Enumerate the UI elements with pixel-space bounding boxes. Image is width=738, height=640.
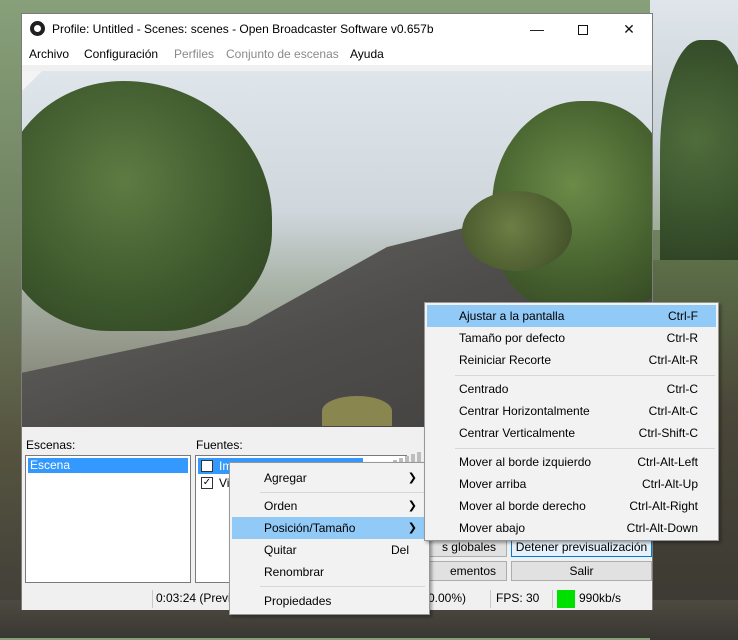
- menu-item-label: Propiedades: [264, 594, 332, 608]
- preview-corner-marker: [22, 71, 44, 93]
- minimize-button[interactable]: —: [514, 14, 560, 44]
- menu-item-propiedades[interactable]: Propiedades: [232, 590, 427, 612]
- menu-item-shortcut: Ctrl-R: [666, 331, 698, 345]
- status-dropped-frames: 0.00%): [428, 591, 467, 605]
- menu-item-label: Posición/Tamaño: [264, 521, 356, 535]
- submenu-arrow-icon: ❯: [407, 522, 417, 534]
- scenes-list[interactable]: Escena: [25, 455, 191, 583]
- maximize-button[interactable]: [560, 14, 606, 44]
- menu-item-label: Mover abajo: [459, 521, 526, 535]
- plugins-button[interactable]: ementos: [417, 561, 507, 581]
- menu-item-shortcut: Ctrl-Shift-C: [638, 426, 698, 440]
- menu-item-label: Reiniciar Recorte: [459, 353, 552, 367]
- status-fps: FPS: 30: [496, 591, 540, 605]
- menu-item-shortcut: Ctrl-Alt-R: [648, 353, 698, 367]
- menu-item-label: Ajustar a la pantalla: [459, 309, 565, 323]
- menu-item-label: Mover al borde izquierdo: [459, 455, 592, 469]
- menu-item-mover-izquierda[interactable]: Mover al borde izquierdo Ctrl-Alt-Left: [427, 451, 716, 473]
- menu-item-label: Orden: [264, 499, 298, 513]
- menu-item-centrar-vertical[interactable]: Centrar Verticalmente Ctrl-Shift-C: [427, 422, 716, 444]
- menu-item-centrado[interactable]: Centrado Ctrl-C: [427, 378, 716, 400]
- menu-item-label: Mover al borde derecho: [459, 499, 586, 513]
- menu-item-mover-arriba[interactable]: Mover arriba Ctrl-Alt-Up: [427, 473, 716, 495]
- menu-item-label: Quitar: [264, 543, 297, 557]
- menu-item-shortcut: Ctrl-Alt-Down: [626, 521, 698, 535]
- menu-item-quitar[interactable]: Quitar Del: [232, 539, 427, 561]
- menu-item-label: Renombrar: [264, 565, 325, 579]
- title-bar[interactable]: Profile: Untitled - Scenes: scenes - Ope…: [22, 14, 652, 44]
- menu-item-label: Centrar Verticalmente: [459, 426, 576, 440]
- menu-item-shortcut: Ctrl-Alt-Up: [642, 477, 698, 491]
- preview-bush: [462, 191, 572, 271]
- preview-tree-left: [22, 81, 272, 331]
- submenu-arrow-icon: ❯: [407, 500, 417, 512]
- menu-item-ajustar-pantalla[interactable]: Ajustar a la pantalla Ctrl-F: [427, 305, 716, 327]
- menu-item-shortcut: Del: [390, 543, 409, 557]
- menu-item-label: Centrar Horizontalmente: [459, 404, 590, 418]
- menu-item-renombrar[interactable]: Renombrar: [232, 561, 427, 583]
- menu-item-shortcut: Ctrl-Alt-C: [648, 404, 698, 418]
- menu-item-label: Tamaño por defecto: [459, 331, 566, 345]
- menu-item-shortcut: Ctrl-Alt-Left: [637, 455, 698, 469]
- menu-item-shortcut: Ctrl-F: [668, 309, 698, 323]
- menu-archivo[interactable]: Archivo: [29, 47, 69, 61]
- menu-conjunto-de-escenas[interactable]: Conjunto de escenas: [226, 47, 339, 61]
- menu-item-tamano-defecto[interactable]: Tamaño por defecto Ctrl-R: [427, 327, 716, 349]
- scenes-label: Escenas:: [26, 438, 76, 452]
- menu-item-label: Agregar: [264, 471, 307, 485]
- scene-item[interactable]: Escena: [28, 458, 188, 473]
- preview-grass: [322, 396, 392, 426]
- status-bitrate: 990kb/s: [579, 591, 622, 605]
- sources-label: Fuentes:: [196, 438, 243, 452]
- stream-status-indicator: [557, 590, 575, 608]
- menu-item-mover-abajo[interactable]: Mover abajo Ctrl-Alt-Down: [427, 517, 716, 539]
- obs-logo-icon: [30, 21, 45, 36]
- menu-bar: Archivo Configuración Perfiles Conjunto …: [22, 44, 652, 65]
- status-time: 0:03:24 (Previe: [156, 591, 238, 605]
- menu-item-centrar-horizontal[interactable]: Centrar Horizontalmente Ctrl-Alt-C: [427, 400, 716, 422]
- exit-button[interactable]: Salir: [511, 561, 652, 581]
- menu-item-posicion-tamano[interactable]: Posición/Tamaño ❯: [232, 517, 427, 539]
- source-checkbox[interactable]: ✓: [201, 460, 213, 472]
- source-checkbox[interactable]: ✓: [201, 477, 213, 489]
- menu-item-label: Mover arriba: [459, 477, 527, 491]
- menu-item-mover-derecha[interactable]: Mover al borde derecho Ctrl-Alt-Right: [427, 495, 716, 517]
- background-tree: [660, 40, 738, 290]
- menu-item-label: Centrado: [459, 382, 509, 396]
- menu-item-shortcut: Ctrl-Alt-Right: [629, 499, 698, 513]
- source-context-menu: Agregar ❯ Orden ❯ Posición/Tamaño ❯ Quit…: [229, 462, 430, 615]
- menu-configuracion[interactable]: Configuración: [84, 47, 158, 61]
- window-title: Profile: Untitled - Scenes: scenes - Ope…: [52, 22, 434, 36]
- menu-ayuda[interactable]: Ayuda: [350, 47, 384, 61]
- menu-item-shortcut: Ctrl-C: [666, 382, 698, 396]
- menu-item-agregar[interactable]: Agregar ❯: [232, 467, 427, 489]
- menu-perfiles[interactable]: Perfiles: [174, 47, 214, 61]
- position-size-submenu: Ajustar a la pantalla Ctrl-F Tamaño por …: [424, 302, 719, 541]
- menu-item-orden[interactable]: Orden ❯: [232, 495, 427, 517]
- close-button[interactable]: ✕: [606, 14, 652, 44]
- maximize-icon: [578, 25, 588, 36]
- menu-item-reiniciar-recorte[interactable]: Reiniciar Recorte Ctrl-Alt-R: [427, 349, 716, 371]
- submenu-arrow-icon: ❯: [407, 472, 417, 484]
